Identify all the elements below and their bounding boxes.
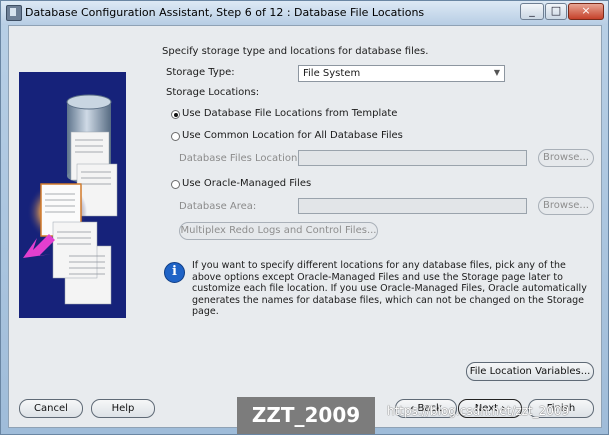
storage-type-select[interactable]: File System ▼: [298, 65, 505, 82]
common-location-radio[interactable]: [171, 132, 180, 141]
storage-type-label: Storage Type:: [166, 67, 235, 78]
database-files-graphic: [23, 94, 118, 305]
watermark-badge: ZZT_2009: [237, 397, 375, 434]
database-files-location-label: Database Files Location:: [179, 153, 301, 164]
info-icon: i: [164, 262, 185, 283]
template-location-radio[interactable]: [171, 110, 180, 119]
browse-database-area-button[interactable]: Browse...: [538, 197, 594, 215]
info-message: If you want to specify different locatio…: [192, 260, 587, 317]
database-area-input[interactable]: [298, 198, 527, 214]
cancel-button[interactable]: Cancel: [19, 399, 83, 418]
title-bar[interactable]: Database Configuration Assistant, Step 6…: [1, 1, 608, 25]
browse-files-location-button[interactable]: Browse...: [538, 149, 594, 167]
window-title: Database Configuration Assistant, Step 6…: [25, 6, 425, 19]
maximize-button[interactable]: □: [545, 3, 567, 20]
chevron-down-icon: ▼: [493, 68, 500, 77]
storage-locations-label: Storage Locations:: [166, 87, 260, 98]
multiplex-redo-logs-button[interactable]: Multiplex Redo Logs and Control Files...: [179, 222, 378, 240]
application-icon: [6, 5, 22, 21]
storage-type-value: File System: [303, 68, 361, 79]
watermark-url: https://blog.csdn.net/zzt_2009: [387, 404, 570, 418]
help-button[interactable]: Help: [91, 399, 155, 418]
oracle-managed-files-label[interactable]: Use Oracle-Managed Files: [182, 178, 311, 189]
minimize-button[interactable]: _: [520, 3, 544, 20]
template-location-label[interactable]: Use Database File Locations from Templat…: [182, 108, 397, 119]
database-illustration: [19, 72, 126, 318]
close-button[interactable]: ×: [568, 3, 604, 20]
dialog-content: Specify storage type and locations for d…: [8, 25, 602, 428]
oracle-managed-files-radio[interactable]: [171, 180, 180, 189]
intro-text: Specify storage type and locations for d…: [162, 46, 429, 57]
file-location-variables-button[interactable]: File Location Variables...: [466, 362, 594, 381]
database-files-location-input[interactable]: [298, 150, 527, 166]
database-area-label: Database Area:: [179, 201, 257, 212]
common-location-label[interactable]: Use Common Location for All Database Fil…: [182, 130, 403, 141]
dialog-window: Database Configuration Assistant, Step 6…: [0, 0, 609, 435]
